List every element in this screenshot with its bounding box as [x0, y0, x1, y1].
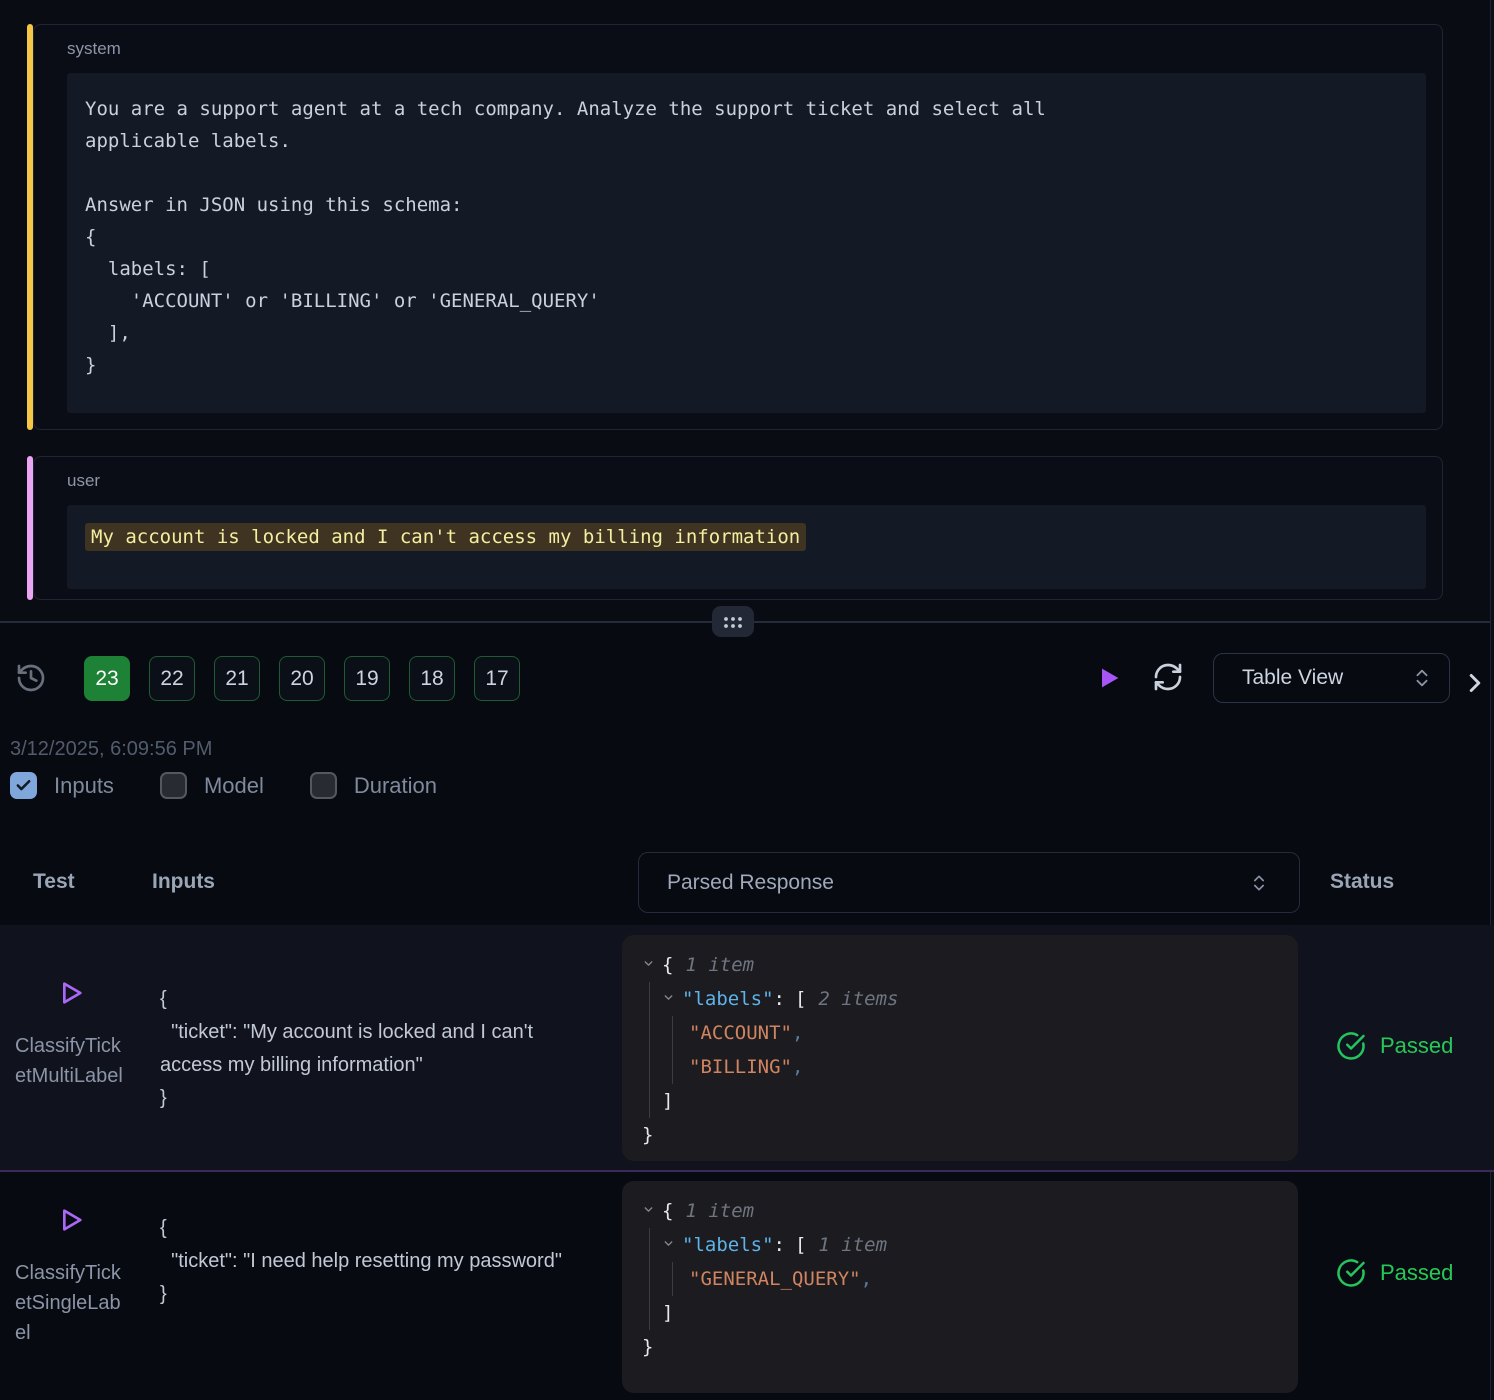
version-tab-18[interactable]: 18: [409, 656, 455, 701]
refresh-button[interactable]: [1152, 661, 1184, 693]
play-outline-icon: [55, 977, 87, 1009]
version-tab-22[interactable]: 22: [149, 656, 195, 701]
json-tree: {1 item "labels":[1 item "GENERAL_QUERY"…: [642, 1194, 1278, 1364]
system-message-panel: system You are a support agent at a tech…: [33, 24, 1443, 430]
model-checkbox[interactable]: [160, 772, 187, 799]
version-tab-19[interactable]: 19: [344, 656, 390, 701]
run-timestamp: 3/12/2025, 6:09:56 PM: [10, 738, 212, 761]
test-input-json: { "ticket": "My account is locked and I …: [160, 983, 584, 1115]
user-role-label: user: [67, 471, 100, 491]
response-column-value: Parsed Response: [667, 871, 834, 895]
user-message-accent-bar: [27, 456, 33, 600]
check-icon: [15, 777, 32, 794]
version-tab-21[interactable]: 21: [214, 656, 260, 701]
column-header-status: Status: [1330, 870, 1394, 894]
table-row[interactable]: ClassifyTicketMultiLabel { "ticket": "My…: [0, 925, 1494, 1172]
prompt-editor-region: system You are a support agent at a tech…: [0, 0, 1494, 621]
response-column-select[interactable]: Parsed Response: [638, 852, 1300, 913]
column-filters: Inputs Model Duration: [10, 772, 437, 799]
json-string-value: "GENERAL_QUERY": [689, 1268, 861, 1290]
json-key: "labels": [682, 1234, 774, 1256]
json-key: "labels": [682, 988, 774, 1010]
filter-model-label: Model: [204, 773, 264, 799]
user-message-panel: user My account is locked and I can't ac…: [33, 456, 1443, 600]
status-badge: Passed: [1336, 1031, 1453, 1061]
play-icon: [1095, 663, 1123, 693]
view-mode-select[interactable]: Table View: [1213, 653, 1450, 703]
run-test-button[interactable]: [55, 977, 87, 1009]
system-message-accent-bar: [27, 24, 33, 430]
filter-inputs-label: Inputs: [54, 773, 114, 799]
user-message-text[interactable]: My account is locked and I can't access …: [67, 505, 1426, 589]
json-string-value: "ACCOUNT": [689, 1022, 792, 1044]
version-tab-20[interactable]: 20: [279, 656, 325, 701]
test-input-json: { "ticket": "I need help resetting my pa…: [160, 1212, 584, 1311]
item-count: 1 item: [685, 1200, 754, 1222]
check-circle-icon: [1336, 1031, 1366, 1061]
json-string-value: "BILLING": [689, 1056, 792, 1078]
run-test-button[interactable]: [55, 1204, 87, 1236]
user-variable-highlight: My account is locked and I can't access …: [85, 523, 806, 551]
refresh-icon: [1152, 661, 1184, 693]
item-count: 2 items: [818, 988, 898, 1010]
parsed-response-panel: {1 item "labels":[2 items "ACCOUNT", "BI…: [622, 935, 1298, 1161]
grip-dots-icon: [721, 611, 745, 633]
filter-model[interactable]: Model: [160, 772, 264, 799]
chevrons-up-down-icon: [1249, 873, 1269, 893]
column-header-inputs: Inputs: [152, 870, 215, 894]
system-role-label: system: [67, 39, 121, 59]
version-tab-17[interactable]: 17: [474, 656, 520, 701]
view-mode-value: Table View: [1242, 666, 1343, 690]
check-circle-icon: [1336, 1258, 1366, 1288]
history-icon: [15, 662, 47, 694]
parsed-response-panel: {1 item "labels":[1 item "GENERAL_QUERY"…: [622, 1181, 1298, 1393]
status-text: Passed: [1380, 1033, 1453, 1059]
status-text: Passed: [1380, 1260, 1453, 1286]
chevrons-up-down-icon: [1411, 667, 1433, 689]
collapse-toggle-icon[interactable]: [662, 1237, 682, 1250]
version-tabs: 23 22 21 20 19 18 17: [84, 656, 520, 701]
filter-inputs[interactable]: Inputs: [10, 772, 114, 799]
history-button[interactable]: [15, 662, 47, 694]
test-name: ClassifyTicketSingleLabel: [15, 1258, 123, 1348]
pane-resize-handle[interactable]: [712, 606, 754, 637]
play-outline-icon: [55, 1204, 87, 1236]
column-header-test: Test: [33, 870, 75, 894]
collapse-toggle-icon[interactable]: [662, 991, 682, 1004]
run-button[interactable]: [1095, 663, 1123, 693]
duration-checkbox[interactable]: [310, 772, 337, 799]
item-count: 1 item: [685, 954, 754, 976]
item-count: 1 item: [818, 1234, 887, 1256]
filter-duration-label: Duration: [354, 773, 437, 799]
filter-duration[interactable]: Duration: [310, 772, 437, 799]
chevron-right-icon: [1460, 666, 1490, 700]
system-prompt-text[interactable]: You are a support agent at a tech compan…: [67, 73, 1426, 413]
status-badge: Passed: [1336, 1258, 1453, 1288]
version-tab-23[interactable]: 23: [84, 656, 130, 701]
test-name: ClassifyTicketMultiLabel: [15, 1031, 123, 1091]
collapse-toggle-icon[interactable]: [642, 957, 662, 970]
table-row[interactable]: ClassifyTicketSingleLabel { "ticket": "I…: [0, 1172, 1494, 1400]
collapse-toggle-icon[interactable]: [642, 1203, 662, 1216]
expand-panel-button[interactable]: [1460, 666, 1490, 700]
json-tree: {1 item "labels":[2 items "ACCOUNT", "BI…: [642, 948, 1278, 1152]
inputs-checkbox[interactable]: [10, 772, 37, 799]
